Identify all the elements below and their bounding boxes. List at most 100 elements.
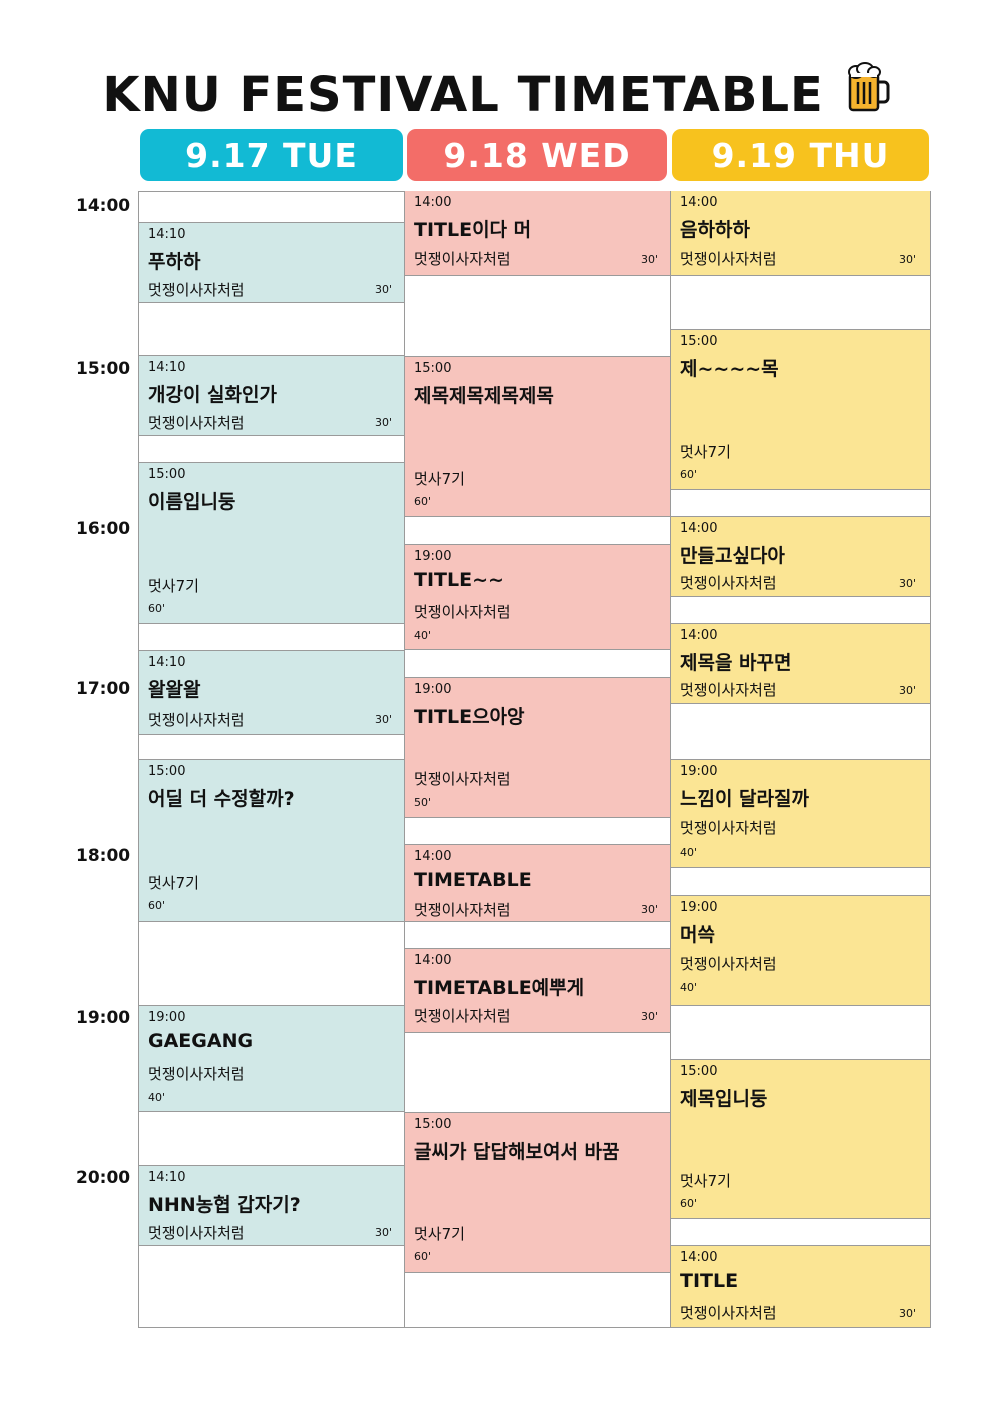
page-title-text: KNU FESTIVAL TIMETABLE xyxy=(102,67,824,123)
event-duration: 60' xyxy=(148,899,166,912)
event-slot[interactable]: 14:00 TITLE 멋쟁이사자처럼 30' xyxy=(671,1245,930,1327)
event-duration: 30' xyxy=(640,253,658,266)
event-performer: 멋사7기 xyxy=(414,470,465,488)
day-header-tue: 9.17 TUE xyxy=(140,129,403,181)
beer-mug-icon xyxy=(846,62,890,128)
event-title: 개강이 실화인가 xyxy=(148,384,277,406)
event-time: 14:10 xyxy=(148,655,186,670)
event-duration: 30' xyxy=(374,713,392,726)
event-slot[interactable]: 19:00 TITLE~~ 멋쟁이사자처럼 40' xyxy=(405,544,670,650)
event-slot[interactable]: 15:00 어딜 더 수정할까? 멋사7기 60' xyxy=(139,759,404,922)
event-performer: 멋사7기 xyxy=(680,443,731,461)
event-time: 19:00 xyxy=(148,1010,186,1025)
event-slot[interactable]: 15:00 제목입니둥 멋사7기 60' xyxy=(671,1059,930,1219)
event-title: 이름입니둥 xyxy=(148,491,236,513)
event-title: 제목입니둥 xyxy=(680,1088,768,1110)
event-slot[interactable]: 19:00 GAEGANG 멋쟁이사자처럼 40' xyxy=(139,1005,404,1112)
event-slot[interactable]: 14:00 TIMETABLE예뿌게 멋쟁이사자처럼 30' xyxy=(405,948,670,1033)
event-title: 왈왈왈 xyxy=(148,679,201,701)
event-performer: 멋사7기 xyxy=(680,1172,731,1190)
event-title: 제목제목제목제목 xyxy=(414,385,554,407)
event-slot[interactable]: 14:00 음하하하 멋쟁이사자처럼 30' xyxy=(671,191,930,276)
time-label: 17:00 xyxy=(76,679,131,699)
event-duration: 30' xyxy=(640,1010,658,1023)
event-time: 15:00 xyxy=(148,467,186,482)
event-slot[interactable]: 14:00 TITLE이다 머 멋쟁이사자처럼 30' xyxy=(405,191,670,276)
event-performer: 멋쟁이사자처럼 xyxy=(414,1007,511,1025)
event-time: 14:00 xyxy=(680,1250,718,1265)
event-slot[interactable]: 14:10 NHN농협 갑자기? 멋쟁이사자처럼 30' xyxy=(139,1165,404,1246)
event-time: 14:00 xyxy=(680,195,718,210)
event-performer: 멋쟁이사자처럼 xyxy=(414,603,511,621)
event-title: 푸하하 xyxy=(148,251,201,273)
event-title: TITLE~~ xyxy=(414,569,504,591)
event-time: 15:00 xyxy=(414,361,452,376)
event-duration: 40' xyxy=(680,981,698,994)
event-time: 15:00 xyxy=(148,764,186,779)
event-slot[interactable]: 15:00 이름입니둥 멋사7기 60' xyxy=(139,462,404,624)
event-slot[interactable]: 14:00 TIMETABLE 멋쟁이사자처럼 30' xyxy=(405,844,670,922)
event-slot[interactable]: 14:10 푸하하 멋쟁이사자처럼 30' xyxy=(139,222,404,303)
event-slot[interactable]: 15:00 글씨가 답답해보여서 바꿈 멋사7기 60' xyxy=(405,1112,670,1273)
event-slot[interactable]: 19:00 느낌이 달라질까 멋쟁이사자처럼 40' xyxy=(671,759,930,868)
event-duration: 60' xyxy=(414,495,432,508)
event-time: 14:10 xyxy=(148,360,186,375)
event-performer: 멋쟁이사자처럼 xyxy=(680,681,777,699)
event-title: GAEGANG xyxy=(148,1030,254,1052)
event-slot[interactable]: 19:00 TITLE으아앙 멋쟁이사자처럼 50' xyxy=(405,677,670,818)
event-time: 19:00 xyxy=(680,900,718,915)
event-title: 제목을 바꾸면 xyxy=(680,652,792,674)
event-performer: 멋쟁이사자처럼 xyxy=(414,901,511,919)
event-performer: 멋사7기 xyxy=(148,874,199,892)
event-slot[interactable]: 19:00 머쓱 멋쟁이사자처럼 40' xyxy=(671,895,930,1006)
event-slot[interactable]: 14:00 만들고싶다아 멋쟁이사자처럼 30' xyxy=(671,516,930,597)
event-title: TITLE으아앙 xyxy=(414,706,525,728)
event-duration: 40' xyxy=(414,629,432,642)
event-performer: 멋쟁이사자처럼 xyxy=(680,250,777,268)
event-duration: 30' xyxy=(374,1226,392,1239)
day-header-wed: 9.18 WED xyxy=(407,129,667,181)
event-duration: 30' xyxy=(898,1307,916,1320)
event-performer: 멋쟁이사자처럼 xyxy=(148,1224,245,1242)
event-performer: 멋쟁이사자처럼 xyxy=(414,770,511,788)
event-time: 14:00 xyxy=(414,953,452,968)
time-label: 18:00 xyxy=(76,846,131,866)
event-time: 19:00 xyxy=(414,549,452,564)
event-duration: 30' xyxy=(898,253,916,266)
event-duration: 30' xyxy=(374,416,392,429)
event-slot[interactable]: 15:00 제~~~~목 멋사7기 60' xyxy=(671,329,930,490)
event-title: 만들고싶다아 xyxy=(680,545,785,567)
event-title: 느낌이 달라질까 xyxy=(680,788,809,810)
event-duration: 60' xyxy=(148,602,166,615)
event-time: 15:00 xyxy=(680,334,718,349)
time-label: 20:00 xyxy=(76,1168,131,1188)
event-time: 14:00 xyxy=(414,195,452,210)
event-slot[interactable]: 14:10 개강이 실화인가 멋쟁이사자처럼 30' xyxy=(139,355,404,436)
event-title: 음하하하 xyxy=(680,219,750,241)
event-duration: 60' xyxy=(680,1197,698,1210)
event-time: 15:00 xyxy=(414,1117,452,1132)
page-title: KNU FESTIVAL TIMETABLE xyxy=(0,62,992,128)
event-title: 어딜 더 수정할까? xyxy=(148,788,295,810)
time-label: 19:00 xyxy=(76,1008,131,1028)
event-performer: 멋쟁이사자처럼 xyxy=(680,819,777,837)
event-performer: 멋쟁이사자처럼 xyxy=(148,281,245,299)
event-slot[interactable]: 14:00 제목을 바꾸면 멋쟁이사자처럼 30' xyxy=(671,623,930,704)
event-duration: 30' xyxy=(640,903,658,916)
event-duration: 40' xyxy=(680,846,698,859)
event-duration: 50' xyxy=(414,796,432,809)
event-slot[interactable]: 15:00 제목제목제목제목 멋사7기 60' xyxy=(405,356,670,517)
event-time: 14:00 xyxy=(680,628,718,643)
event-slot[interactable]: 14:10 왈왈왈 멋쟁이사자처럼 30' xyxy=(139,650,404,735)
event-duration: 60' xyxy=(414,1250,432,1263)
time-label: 14:00 xyxy=(76,196,131,216)
event-title: 글씨가 답답해보여서 바꿈 xyxy=(414,1141,620,1163)
event-title: TITLE xyxy=(680,1270,739,1292)
event-title: TITLE이다 머 xyxy=(414,219,532,241)
event-title: TIMETABLE xyxy=(414,869,532,891)
event-performer: 멋쟁이사자처럼 xyxy=(680,574,777,592)
time-label: 16:00 xyxy=(76,519,131,539)
event-title: TIMETABLE예뿌게 xyxy=(414,977,585,999)
event-duration: 40' xyxy=(148,1091,166,1104)
event-time: 14:10 xyxy=(148,227,186,242)
